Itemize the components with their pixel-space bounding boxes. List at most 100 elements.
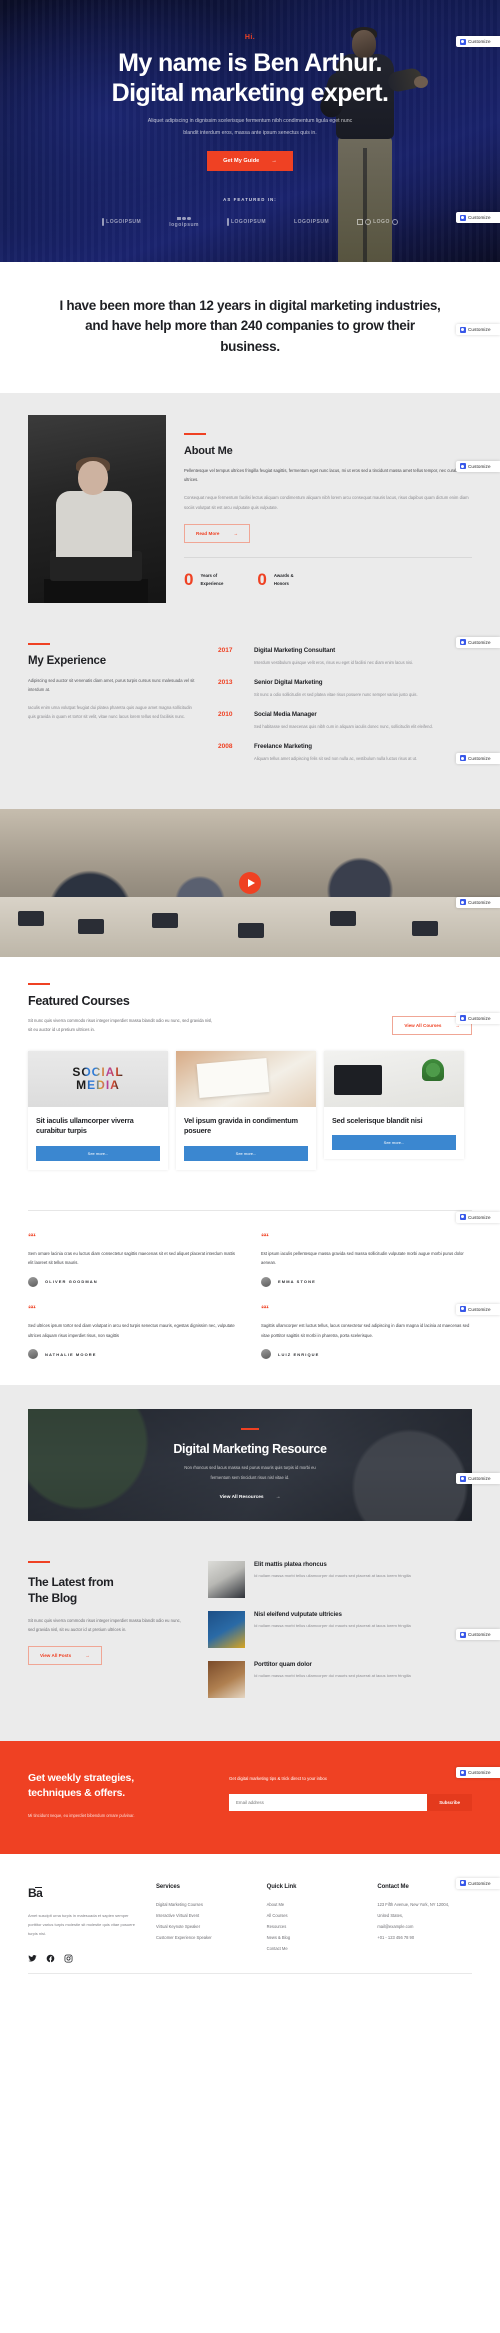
stat-number: 0 — [184, 570, 194, 590]
wordpress-customize-icon — [460, 214, 466, 221]
customize-label: Customize — [468, 1632, 491, 1638]
customize-button[interactable]: Customize — [456, 752, 500, 764]
wordpress-customize-icon — [460, 326, 466, 333]
read-more-label: Read More — [196, 531, 220, 537]
newsletter-label: Get digital marketing tips & trick direc… — [229, 1776, 327, 1782]
footer-link[interactable]: Virtual Keynote Speaker — [156, 1921, 251, 1932]
course-card[interactable]: Vel ipsum gravida in condimentum posuere… — [176, 1050, 316, 1170]
view-all-resources-link[interactable]: View All Resources → — [220, 1495, 281, 1500]
footer-link[interactable]: Interactive Virtual Event — [156, 1910, 251, 1921]
wordpress-customize-icon — [460, 1769, 466, 1776]
wordpress-customize-icon — [460, 639, 466, 646]
twitter-icon[interactable] — [28, 1950, 37, 1962]
footer-link[interactable]: Resources — [267, 1921, 362, 1932]
get-my-guide-button[interactable]: Get My Guide → — [207, 150, 293, 171]
testimonial-author: EMMA STONE — [278, 1279, 316, 1285]
blog-post-desc: Id nullam massa morbi tellus ullamcorper… — [254, 1673, 411, 1679]
customize-button[interactable]: Customize — [456, 1211, 500, 1223]
about-paragraph-1: Pellentesque vel tempus ultrices fringil… — [184, 467, 464, 483]
experience-desc: Sed habitasse sed maecenas quis nibh cum… — [254, 723, 433, 729]
customize-label: Customize — [468, 463, 491, 469]
customize-label: Customize — [468, 1880, 491, 1886]
wordpress-customize-icon — [460, 463, 466, 470]
wordpress-customize-icon — [460, 1880, 466, 1887]
play-video-button[interactable] — [239, 871, 261, 894]
facebook-icon[interactable] — [46, 1950, 55, 1962]
blog-post-item[interactable]: Elit mattis platea rhoncus Id nullam mas… — [208, 1561, 472, 1599]
customize-button[interactable]: Customize — [456, 324, 500, 335]
accent-rule — [184, 432, 206, 435]
quote-icon: ““ — [261, 1303, 269, 1314]
customize-button[interactable]: Customize — [456, 212, 500, 223]
client-logo-3-label: LOGOIPSUM — [230, 219, 267, 226]
experience-title: Digital Marketing Consultant — [254, 646, 336, 654]
contact-phone[interactable]: +01 - 123 456 78 90 — [377, 1932, 472, 1943]
testimonial-author: LUIZ ENRIQUE — [278, 1351, 320, 1357]
customize-button[interactable]: Customize — [456, 1012, 500, 1024]
customize-label: Customize — [468, 755, 491, 761]
see-more-button[interactable]: See more... — [36, 1145, 160, 1161]
footer-link[interactable]: About Me — [267, 1899, 362, 1910]
customize-label: Customize — [468, 327, 491, 332]
customize-button[interactable]: Customize — [456, 636, 500, 648]
blog-post-thumbnail — [208, 1661, 245, 1699]
brand-logo[interactable]: Ba — [28, 1886, 43, 1900]
customize-label: Customize — [468, 39, 491, 44]
testimonials-section: ““ Sem ornare lacinia cras eu luctus dia… — [0, 1191, 500, 1386]
customize-button[interactable]: Customize — [456, 460, 500, 472]
page-title: My name is Ben Arthur. Digital marketing… — [0, 49, 500, 108]
view-all-courses-label: View All Courses — [404, 1022, 442, 1028]
customize-button[interactable]: Customize — [456, 1629, 500, 1641]
about-portrait-photo — [28, 414, 166, 603]
see-more-button[interactable]: See more... — [184, 1145, 308, 1161]
footer-link[interactable]: Customer Experience Speaker — [156, 1932, 251, 1943]
course-card[interactable]: SOCIAL MEDIA Sit iaculis ullamcorper vive… — [28, 1050, 168, 1170]
testimonial-item: ““ Est ipsum iaculis pellentesque massa … — [261, 1232, 472, 1287]
customize-button[interactable]: Customize — [456, 1473, 500, 1485]
wordpress-customize-icon — [460, 1015, 466, 1022]
customize-label: Customize — [468, 215, 491, 220]
experience-year: 2017 — [218, 646, 233, 654]
see-more-button[interactable]: See more... — [332, 1135, 456, 1151]
footer-link[interactable]: Contact Me — [267, 1943, 362, 1954]
customize-button[interactable]: Customize — [456, 896, 500, 908]
customize-button[interactable]: Customize — [456, 1767, 500, 1779]
about-stats: 0 Years of Experience 0 Awards & Honors — [184, 571, 472, 588]
email-field[interactable] — [229, 1794, 428, 1812]
customize-button[interactable]: Customize — [456, 1303, 500, 1315]
view-all-resources-label: View All Resources — [219, 1494, 264, 1500]
arrow-right-icon: → — [271, 157, 277, 164]
accent-rule — [28, 982, 50, 985]
newsletter-heading-line-2: techniques & offers. — [28, 1787, 125, 1800]
testimonial-author: OLIVER GOODMAN — [45, 1279, 98, 1285]
course-card-image: SOCIAL MEDIA — [28, 1050, 168, 1107]
video-foreground-desks — [0, 896, 500, 957]
client-logo-row: LOGOIPSUM logoipsum LOGOIPSUM LOGOIPSUM … — [0, 216, 500, 228]
stat-number: 0 — [257, 570, 267, 590]
resource-heading: Digital Marketing Resource — [173, 1441, 327, 1456]
view-all-posts-button[interactable]: View All Posts → — [28, 1646, 102, 1666]
course-card[interactable]: Sed scelerisque blandit nisi See more... — [324, 1050, 464, 1160]
footer-column-contact-me: Contact Me 123 Fifth Avenue, New York, N… — [377, 1884, 472, 1959]
footer-link[interactable]: All Courses — [267, 1910, 362, 1921]
experience-timeline: 2017 Digital Marketing Consultant Interd… — [218, 643, 472, 775]
footer-link[interactable]: Digital Marketing Courses — [156, 1899, 251, 1910]
get-my-guide-label: Get My Guide — [223, 157, 260, 164]
courses-heading: Featured Courses — [28, 993, 130, 1008]
instagram-icon[interactable] — [64, 1950, 73, 1963]
client-logo-3: LOGOIPSUM — [226, 218, 267, 227]
contact-address-line-1: 123 Fifth Avenue, New York, NY 12004, — [377, 1901, 450, 1907]
blog-post-thumbnail — [208, 1611, 245, 1649]
customize-button[interactable]: Customize — [456, 36, 500, 47]
blog-post-item[interactable]: Nisl eleifend vulputate ultricies Id nul… — [208, 1611, 472, 1649]
subscribe-button[interactable]: Subscribe — [427, 1794, 472, 1812]
blog-heading-line-2: The Blog — [28, 1591, 77, 1606]
divider — [28, 1209, 472, 1211]
footer-link[interactable]: News & Blog — [267, 1932, 362, 1943]
customize-button[interactable]: Customize — [456, 1877, 500, 1889]
contact-email[interactable]: mail@example.com — [377, 1921, 472, 1932]
read-more-button[interactable]: Read More → — [184, 524, 251, 544]
experience-item: 2010 Social Media Manager Sed habitasse … — [218, 711, 472, 731]
blog-post-item[interactable]: Porttitor quam dolor Id nullam massa mor… — [208, 1661, 472, 1699]
experience-year: 2010 — [218, 710, 233, 718]
